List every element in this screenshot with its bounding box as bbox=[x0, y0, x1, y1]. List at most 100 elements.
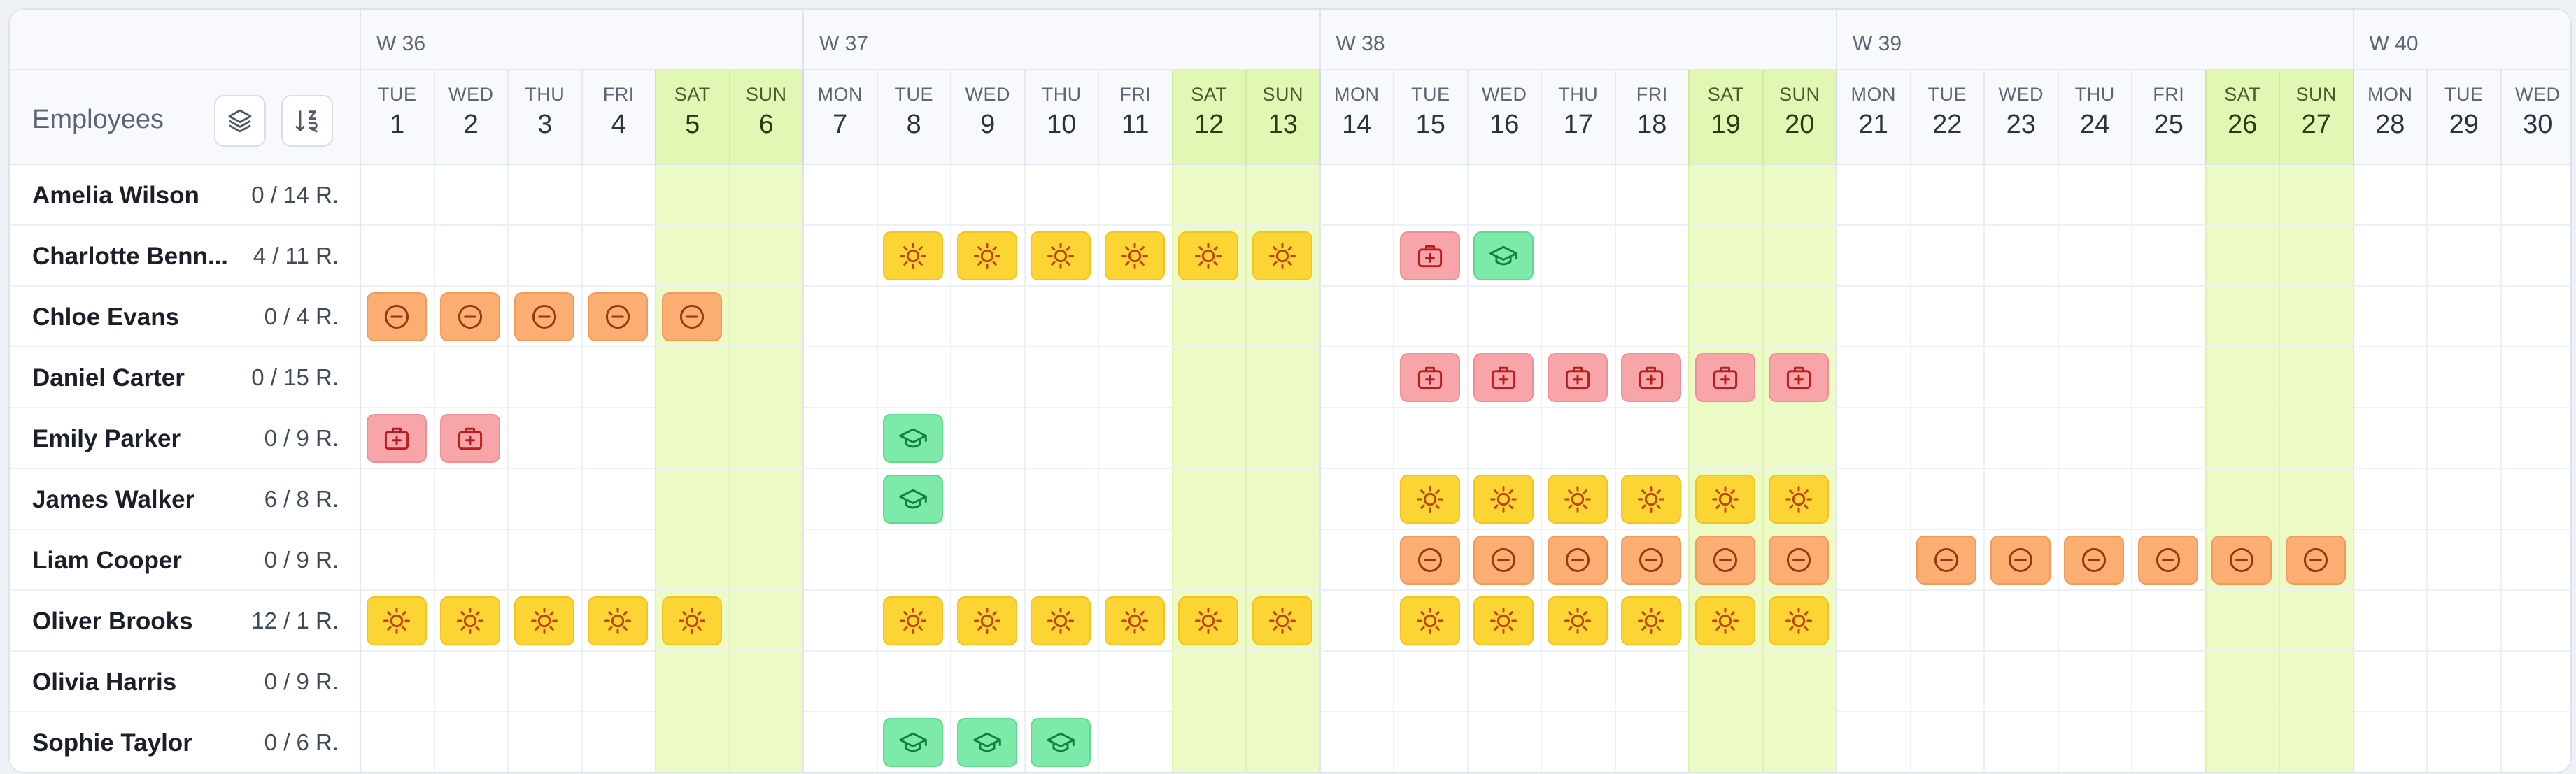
day-cell[interactable] bbox=[2352, 712, 2427, 772]
day-cell[interactable] bbox=[1319, 287, 1393, 347]
day-cell[interactable] bbox=[1319, 652, 1393, 712]
day-cell[interactable] bbox=[802, 408, 877, 469]
absent-entry[interactable] bbox=[2137, 536, 2198, 585]
day-cell[interactable] bbox=[1466, 165, 1541, 226]
day-cell[interactable] bbox=[1466, 408, 1541, 469]
day-cell[interactable] bbox=[1836, 408, 1910, 469]
day-cell[interactable] bbox=[1319, 530, 1393, 591]
day-cell[interactable] bbox=[802, 591, 877, 652]
vacation-entry[interactable] bbox=[1104, 231, 1165, 280]
day-cell[interactable] bbox=[1909, 287, 1983, 347]
day-cell[interactable] bbox=[1983, 712, 2058, 772]
day-cell[interactable] bbox=[2500, 226, 2570, 287]
day-cell[interactable] bbox=[1319, 408, 1393, 469]
day-cell[interactable] bbox=[2279, 652, 2353, 712]
training-entry[interactable] bbox=[883, 475, 944, 524]
day-cell[interactable] bbox=[2131, 469, 2205, 530]
day-cell[interactable] bbox=[1836, 469, 1910, 530]
day-cell[interactable] bbox=[1171, 287, 1245, 347]
day-cell[interactable] bbox=[433, 712, 508, 772]
day-cell[interactable] bbox=[507, 165, 581, 226]
vacation-entry[interactable] bbox=[514, 596, 574, 645]
day-cell[interactable] bbox=[360, 712, 434, 772]
day-cell[interactable] bbox=[1024, 165, 1098, 226]
training-entry[interactable] bbox=[1473, 231, 1534, 280]
training-entry[interactable] bbox=[956, 718, 1017, 767]
day-cell[interactable] bbox=[1024, 530, 1098, 591]
day-cell[interactable] bbox=[728, 652, 802, 712]
day-cell[interactable] bbox=[1909, 652, 1983, 712]
day-cell[interactable] bbox=[1614, 165, 1688, 226]
sick-entry[interactable] bbox=[1399, 231, 1460, 280]
day-cell[interactable] bbox=[360, 226, 434, 287]
day-cell[interactable] bbox=[1098, 408, 1172, 469]
day-cell[interactable] bbox=[1541, 165, 1615, 226]
absent-entry[interactable] bbox=[1621, 536, 1682, 585]
sick-entry[interactable] bbox=[440, 414, 501, 463]
day-cell[interactable] bbox=[802, 287, 877, 347]
day-cell[interactable] bbox=[1541, 226, 1615, 287]
day-cell[interactable] bbox=[1688, 712, 1762, 772]
day-cell[interactable] bbox=[360, 469, 434, 530]
day-cell[interactable] bbox=[2205, 165, 2279, 226]
day-cell[interactable] bbox=[507, 712, 581, 772]
absent-entry[interactable] bbox=[1916, 536, 1977, 585]
day-cell[interactable] bbox=[2352, 347, 2426, 408]
vacation-entry[interactable] bbox=[1473, 596, 1534, 645]
day-cell[interactable] bbox=[1614, 652, 1688, 712]
day-cell[interactable] bbox=[2279, 712, 2353, 772]
day-cell[interactable] bbox=[1024, 347, 1098, 408]
day-cell[interactable] bbox=[1836, 712, 1910, 772]
day-cell[interactable] bbox=[2500, 165, 2570, 226]
day-cell[interactable] bbox=[2131, 287, 2205, 347]
vacation-entry[interactable] bbox=[883, 596, 944, 645]
day-cell[interactable] bbox=[1098, 347, 1172, 408]
day-cell[interactable] bbox=[1983, 347, 2058, 408]
sick-entry[interactable] bbox=[1769, 353, 1830, 402]
absent-entry[interactable] bbox=[1547, 536, 1608, 585]
day-cell[interactable] bbox=[433, 165, 507, 226]
day-cell[interactable] bbox=[1836, 347, 1910, 408]
day-cell[interactable] bbox=[1171, 469, 1245, 530]
day-cell[interactable] bbox=[2426, 408, 2500, 469]
day-cell[interactable] bbox=[728, 226, 802, 287]
sick-entry[interactable] bbox=[1473, 353, 1534, 402]
layers-button[interactable] bbox=[214, 95, 266, 147]
day-cell[interactable] bbox=[360, 347, 434, 408]
vacation-entry[interactable] bbox=[1399, 475, 1460, 524]
day-cell[interactable] bbox=[2131, 712, 2205, 772]
day-cell[interactable] bbox=[1762, 408, 1836, 469]
absent-entry[interactable] bbox=[1473, 536, 1534, 585]
day-cell[interactable] bbox=[2205, 287, 2279, 347]
day-cell[interactable] bbox=[1909, 347, 1983, 408]
day-cell[interactable] bbox=[507, 408, 581, 469]
vacation-entry[interactable] bbox=[956, 596, 1017, 645]
day-cell[interactable] bbox=[802, 652, 877, 712]
day-cell[interactable] bbox=[1983, 469, 2058, 530]
day-cell[interactable] bbox=[1614, 287, 1688, 347]
day-cell[interactable] bbox=[876, 165, 950, 226]
day-cell[interactable] bbox=[2426, 347, 2500, 408]
day-cell[interactable] bbox=[2205, 408, 2279, 469]
vacation-entry[interactable] bbox=[588, 596, 649, 645]
absent-entry[interactable] bbox=[588, 292, 649, 341]
day-cell[interactable] bbox=[1762, 712, 1836, 772]
day-cell[interactable] bbox=[1909, 165, 1983, 226]
day-cell[interactable] bbox=[1836, 530, 1910, 591]
day-cell[interactable] bbox=[1688, 287, 1762, 347]
absent-entry[interactable] bbox=[1694, 536, 1755, 585]
sick-entry[interactable] bbox=[1547, 353, 1608, 402]
vacation-entry[interactable] bbox=[1031, 596, 1091, 645]
vacation-entry[interactable] bbox=[1694, 596, 1755, 645]
day-cell[interactable] bbox=[507, 347, 581, 408]
day-cell[interactable] bbox=[2205, 226, 2279, 287]
day-cell[interactable] bbox=[2205, 469, 2279, 530]
day-cell[interactable] bbox=[950, 408, 1024, 469]
day-cell[interactable] bbox=[2426, 591, 2500, 652]
day-cell[interactable] bbox=[1171, 347, 1245, 408]
day-cell[interactable] bbox=[655, 165, 729, 226]
day-cell[interactable] bbox=[2057, 347, 2131, 408]
day-cell[interactable] bbox=[1762, 165, 1836, 226]
day-cell[interactable] bbox=[802, 226, 877, 287]
day-cell[interactable] bbox=[1541, 408, 1615, 469]
